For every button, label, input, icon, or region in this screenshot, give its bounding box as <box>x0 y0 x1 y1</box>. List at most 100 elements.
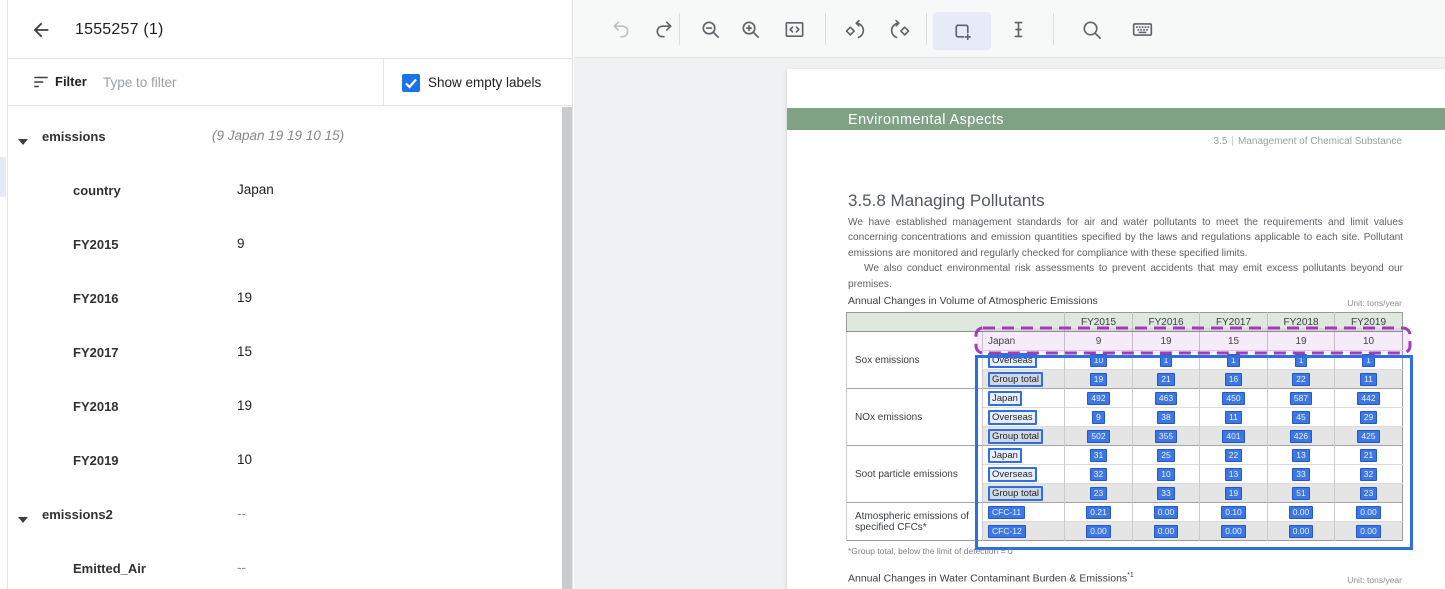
cell-value-annotation[interactable]: 19 <box>1225 487 1242 500</box>
row-label-annotation[interactable]: Overseas <box>988 353 1037 368</box>
cell-value-annotation[interactable]: 0.00 <box>1086 525 1111 538</box>
cell-value-annotation[interactable]: 1 <box>1295 354 1308 367</box>
filter-input[interactable] <box>97 70 367 94</box>
list-item-emissions2[interactable]: emissions2-- <box>8 504 558 524</box>
cell-value-annotation[interactable]: 425 <box>1357 430 1379 443</box>
cell-value: 10 <box>1363 336 1374 347</box>
cell-value-annotation[interactable]: 32 <box>1090 468 1107 481</box>
label-name: FY2016 <box>73 291 119 306</box>
cell-value-annotation[interactable]: 13 <box>1292 449 1309 462</box>
cell-value-annotation[interactable]: 401 <box>1222 430 1244 443</box>
cell-value-annotation[interactable]: 16 <box>1225 373 1242 386</box>
cell-value-annotation[interactable]: 0.00 <box>1289 506 1314 519</box>
cell-value-annotation[interactable]: 355 <box>1155 430 1177 443</box>
filter-bar: Filter Show empty labels <box>8 59 572 106</box>
cell-value-annotation[interactable]: 21 <box>1157 373 1174 386</box>
label-value: (9 Japan 19 19 10 15) <box>212 128 344 143</box>
row-label-annotation[interactable]: Group total <box>988 429 1043 444</box>
cell-value-annotation[interactable]: 502 <box>1087 430 1109 443</box>
cell-value-annotation[interactable]: 32 <box>1360 468 1377 481</box>
row-label-annotation[interactable]: Japan <box>988 391 1022 406</box>
cell-value-annotation[interactable]: 0.21 <box>1086 506 1111 519</box>
caret-down-icon[interactable] <box>18 510 28 516</box>
panel-scrollbar[interactable] <box>562 107 572 589</box>
cell-value-annotation[interactable]: 1 <box>1160 354 1173 367</box>
labels-panel: 1555257 (1) Filter Show empty labels emi… <box>8 0 573 589</box>
cell-value-annotation[interactable]: 1 <box>1362 354 1375 367</box>
label-value: 19 <box>237 398 252 413</box>
cell-value-annotation[interactable]: 33 <box>1157 487 1174 500</box>
cell-value-annotation[interactable]: 31 <box>1090 449 1107 462</box>
show-empty-labels-checkbox[interactable] <box>402 74 420 92</box>
search-button[interactable] <box>1069 7 1113 51</box>
undo-button[interactable] <box>599 7 643 51</box>
rotate-left-button[interactable] <box>833 7 877 51</box>
cell-value-annotation[interactable]: 0.00 <box>1154 506 1179 519</box>
cell-value-annotation[interactable]: 450 <box>1222 392 1244 405</box>
cell-value-annotation[interactable]: 587 <box>1290 392 1312 405</box>
cell-value-annotation[interactable]: 10 <box>1090 354 1107 367</box>
list-item-emissions[interactable]: emissions(9 Japan 19 19 10 15) <box>8 126 558 146</box>
cell-value-annotation[interactable]: 21 <box>1360 449 1377 462</box>
row-label-annotation[interactable]: Overseas <box>988 467 1037 482</box>
section-header-bar: Environmental Aspects <box>787 108 1445 130</box>
cell-value-annotation[interactable]: 11 <box>1360 373 1377 386</box>
row-group-label: Sox emissions <box>847 332 983 389</box>
cell-value-annotation[interactable]: 0.00 <box>1221 525 1246 538</box>
row-label-annotation[interactable]: Group total <box>988 372 1043 387</box>
cell-value-annotation[interactable]: 22 <box>1292 373 1309 386</box>
cell-value-annotation[interactable]: 0.00 <box>1356 525 1381 538</box>
list-item-FY2016[interactable]: FY2016 19 <box>8 288 558 308</box>
row-label-annotation[interactable]: Overseas <box>988 410 1037 425</box>
cell-value-annotation[interactable]: 45 <box>1292 411 1309 424</box>
cell-value-annotation[interactable]: 19 <box>1090 373 1107 386</box>
zoom-out-button[interactable] <box>688 7 732 51</box>
cell-value-annotation[interactable]: 10 <box>1157 468 1174 481</box>
caret-down-icon[interactable] <box>18 132 28 138</box>
fit-view-button[interactable] <box>772 7 816 51</box>
label-value: 19 <box>237 290 252 305</box>
cell-value-annotation[interactable]: 9 <box>1092 411 1105 424</box>
doc-heading: 3.5.8 Managing Pollutants <box>848 191 1045 211</box>
cell-value-annotation[interactable]: 463 <box>1155 392 1177 405</box>
row-label-annotation[interactable]: CFC-12 <box>988 525 1026 538</box>
label-value: 15 <box>237 344 252 359</box>
list-item-FY2018[interactable]: FY201819 <box>8 396 558 416</box>
back-arrow-icon[interactable] <box>30 19 52 41</box>
cell-value-annotation[interactable]: 11 <box>1225 411 1242 424</box>
cell-value-annotation[interactable]: 0.10 <box>1221 506 1246 519</box>
label-value: Japan <box>237 182 274 197</box>
row-label-annotation[interactable]: Japan <box>988 448 1022 463</box>
cell-value-annotation[interactable]: 442 <box>1357 392 1379 405</box>
cell-value-annotation[interactable]: 51 <box>1292 487 1309 500</box>
list-item-Emitted_Air[interactable]: Emitted_Air-- <box>8 558 558 578</box>
keyboard-shortcuts-button[interactable] <box>1120 7 1164 51</box>
rotate-right-button[interactable] <box>877 7 921 51</box>
cell-value-annotation[interactable]: 25 <box>1157 449 1174 462</box>
list-item-FY2017[interactable]: FY201715 <box>8 342 558 362</box>
cell-value-annotation[interactable]: 23 <box>1360 487 1377 500</box>
cell-value-annotation[interactable]: 23 <box>1090 487 1107 500</box>
row-label-annotation[interactable]: Group total <box>988 486 1043 501</box>
label-value: -- <box>237 560 246 575</box>
cell-value-annotation[interactable]: 0.00 <box>1289 525 1314 538</box>
select-text-button[interactable] <box>996 7 1040 51</box>
cell-value-annotation[interactable]: 0.00 <box>1356 506 1381 519</box>
list-item-country[interactable]: countryJapan <box>8 180 558 200</box>
list-item-FY2019[interactable]: FY201910 <box>8 450 558 470</box>
cell-value-annotation[interactable]: 0.00 <box>1154 525 1179 538</box>
cell-value-annotation[interactable]: 33 <box>1292 468 1309 481</box>
cell-value-annotation[interactable]: 29 <box>1360 411 1377 424</box>
cell-value-annotation[interactable]: 1 <box>1227 354 1240 367</box>
cell-value-annotation[interactable]: 22 <box>1225 449 1242 462</box>
column-header: FY2018 <box>1268 313 1335 332</box>
row-label-annotation[interactable]: CFC-11 <box>988 506 1025 519</box>
cell-value-annotation[interactable]: 38 <box>1157 411 1174 424</box>
cell-value-annotation[interactable]: 13 <box>1225 468 1242 481</box>
list-item-FY2015[interactable]: FY20159 <box>8 234 558 254</box>
paragraph-1: We have established management standards… <box>848 215 1403 261</box>
cell-value-annotation[interactable]: 492 <box>1087 392 1109 405</box>
add-bounding-box-button[interactable] <box>933 12 991 50</box>
cell-value-annotation[interactable]: 426 <box>1290 430 1312 443</box>
zoom-in-button[interactable] <box>728 7 772 51</box>
